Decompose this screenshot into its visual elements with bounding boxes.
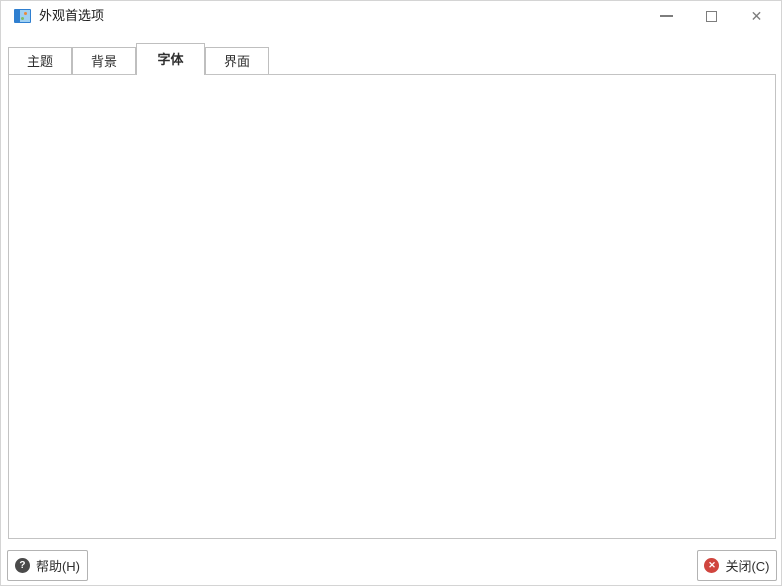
maximize-button[interactable] [689,1,734,31]
close-circle-icon: ✕ [704,558,719,573]
close-button-label: 关闭(C) [725,556,769,575]
help-button-label: 帮助(H) [36,556,80,575]
appearance-preferences-window: 外观首选项 ✕ 主题 背景 字体 界面 应用程序字体(A): Noto Sans… [0,0,782,586]
close-icon: ✕ [751,8,763,25]
close-window-button[interactable]: ✕ [734,1,779,31]
tab-interface[interactable]: 界面 [205,47,269,74]
window-controls: ✕ [644,1,779,31]
minimize-icon [660,15,673,17]
maximize-icon [706,11,717,22]
fonts-tab-panel [8,74,776,539]
app-icon-dot [21,17,24,20]
window-title: 外观首选项 [39,1,104,31]
help-button[interactable]: ? 帮助(H) [7,550,88,581]
tab-background[interactable]: 背景 [72,47,136,74]
titlebar[interactable]: 外观首选项 ✕ [1,1,781,31]
tab-theme[interactable]: 主题 [8,47,72,74]
minimize-button[interactable] [644,1,689,31]
help-icon: ? [15,558,30,573]
appearance-app-icon [14,9,31,23]
tab-fonts[interactable]: 字体 [136,43,205,75]
close-button[interactable]: ✕ 关闭(C) [697,550,777,581]
app-icon-dot [24,12,27,15]
app-icon-band [15,10,20,22]
